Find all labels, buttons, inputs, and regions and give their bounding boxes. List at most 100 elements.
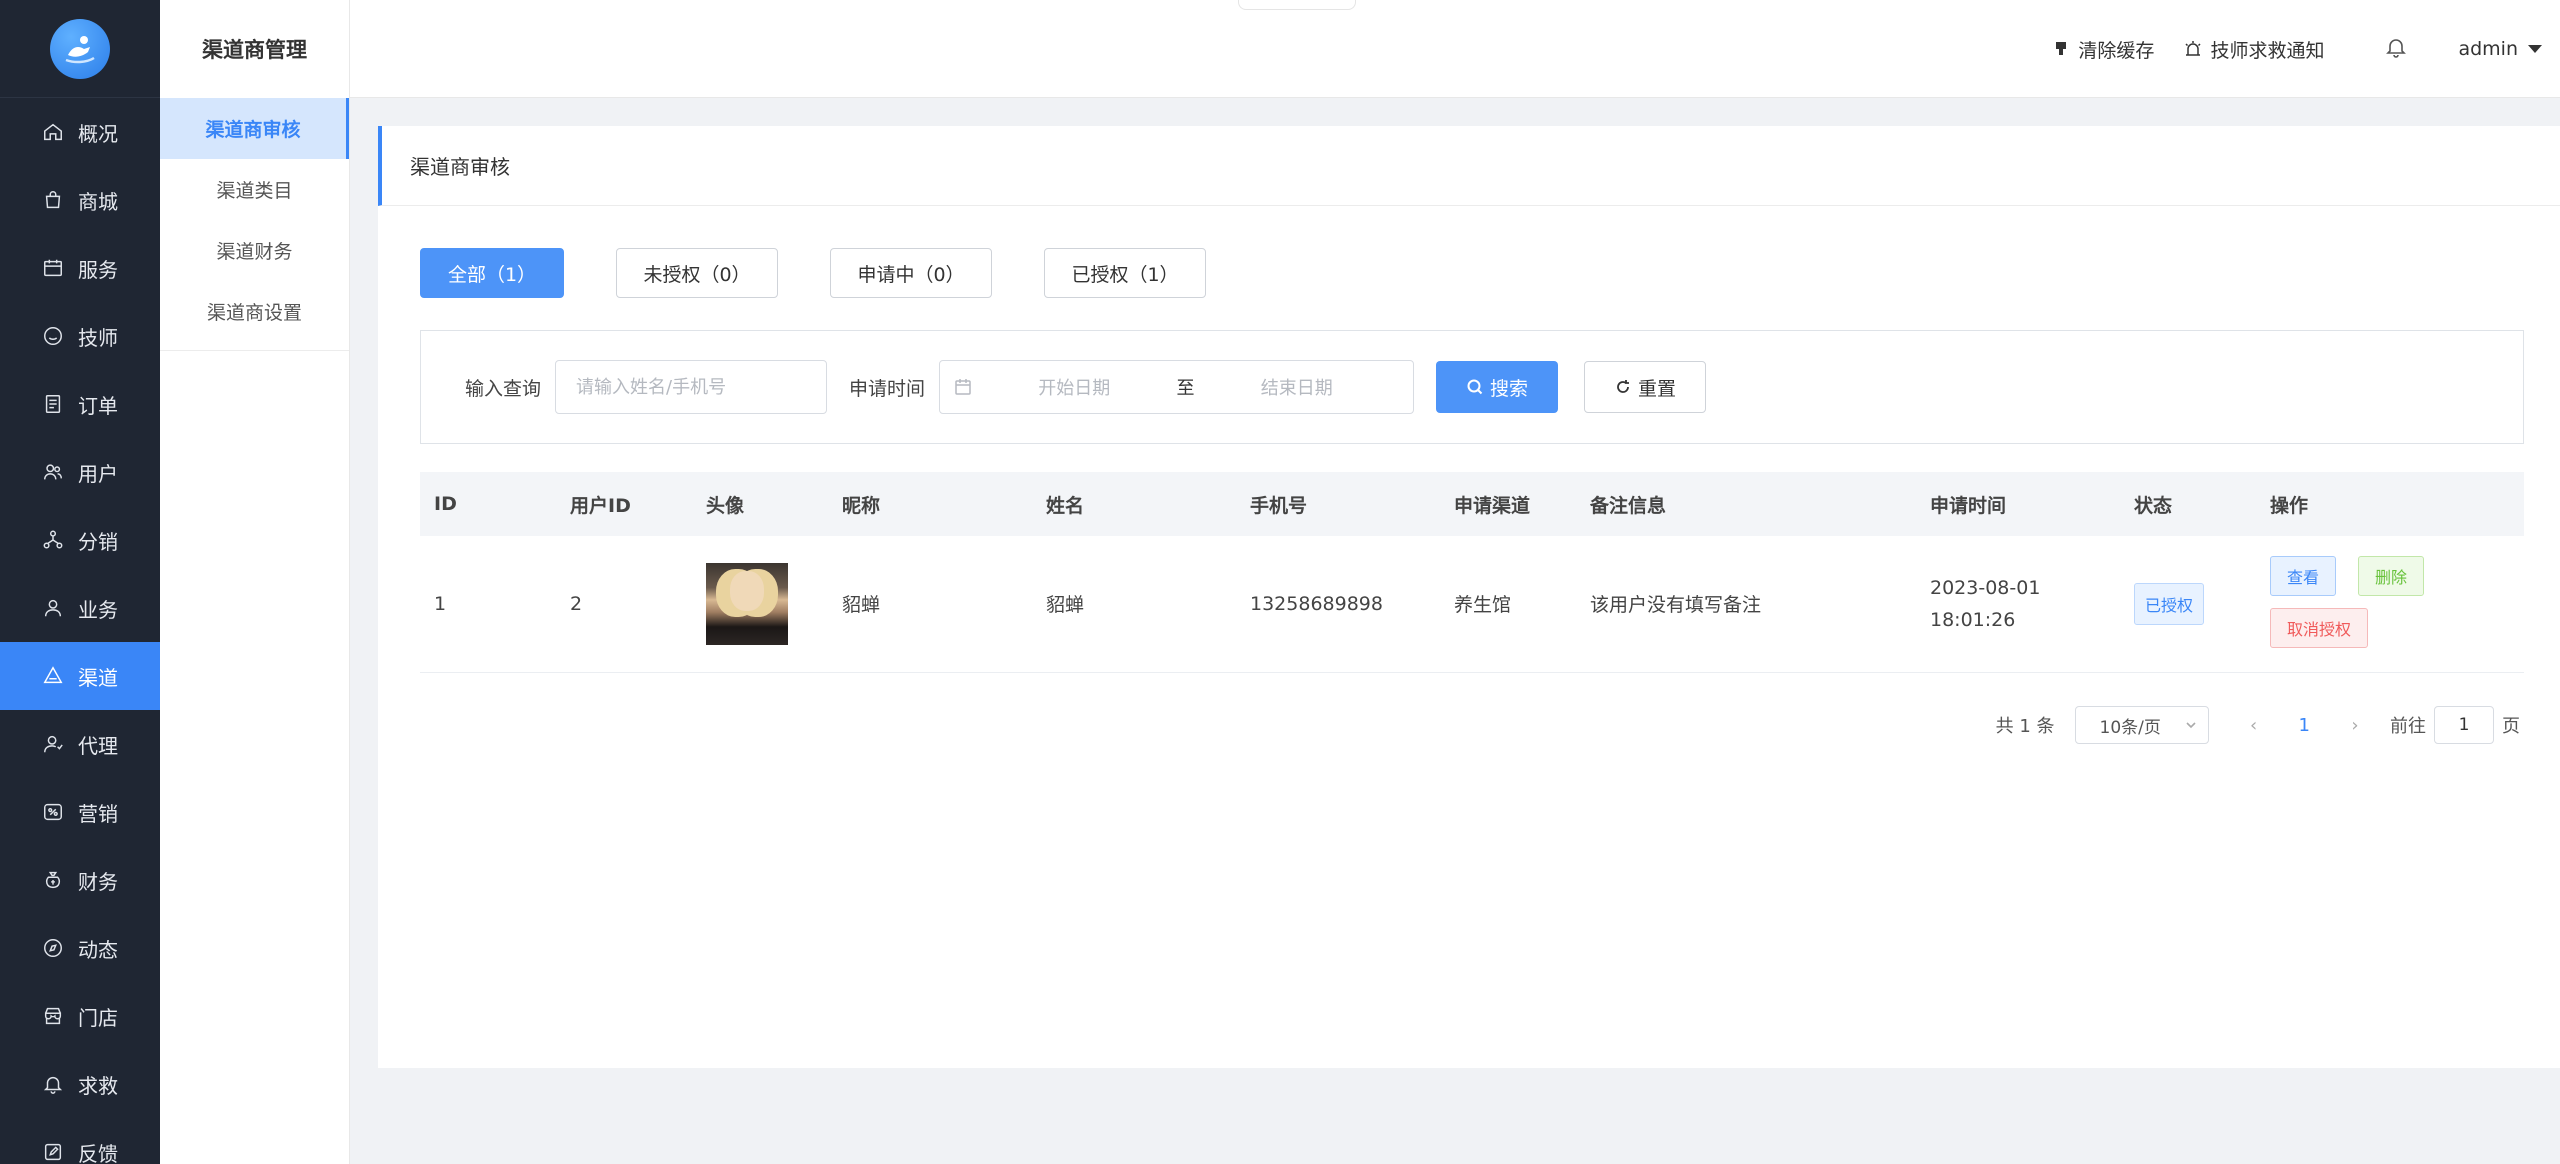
filter-bar: 输入查询 申请时间 开始日期 至 结束日期 搜索 重置 (420, 330, 2524, 444)
status-tabs: 全部（1） 未授权（0） 申请中（0） 已授权（1） (420, 248, 1258, 298)
col-remark: 备注信息 (1590, 494, 1667, 517)
end-date[interactable]: 结束日期 (1195, 374, 1400, 400)
subnav-item-settings[interactable]: 渠道商设置 (160, 281, 349, 342)
nav-label: 动态 (78, 937, 118, 962)
nav-item-business[interactable]: 业务 (0, 574, 160, 642)
search-input[interactable] (555, 360, 828, 414)
main-nav: 概况 商城 服务 技师 订单 用户 分销 业务 渠道 代理 营销 财务 动态 门… (0, 98, 160, 1164)
nav-label: 业务 (78, 597, 118, 622)
delete-button[interactable]: 删除 (2358, 555, 2425, 596)
tab-applying[interactable]: 申请中（0） (830, 248, 992, 298)
cell-id: 1 (434, 592, 447, 615)
nav-item-channel[interactable]: 渠道 (0, 642, 160, 710)
goto-page-input[interactable] (2434, 706, 2494, 744)
cell-actions: 查看 删除 取消授权 (2256, 536, 2524, 672)
nav-item-marketing[interactable]: 营销 (0, 778, 160, 846)
bell-icon (2386, 38, 2407, 58)
nav-item-agent[interactable]: 代理 (0, 710, 160, 778)
table-header-row: ID 用户ID 头像 昵称 姓名 手机号 申请渠道 备注信息 申请时间 状态 操… (420, 472, 2524, 536)
date-range-picker[interactable]: 开始日期 至 结束日期 (939, 360, 1415, 414)
goto-label: 前往 (2390, 716, 2426, 737)
nav-item-mall[interactable]: 商城 (0, 166, 160, 234)
page-number-1[interactable]: 1 (2299, 715, 2310, 736)
row-actions: 查看 删除 取消授权 (2270, 552, 2470, 656)
tech-sos-button[interactable]: 技师求救通知 (2184, 36, 2324, 63)
compass-icon (44, 939, 62, 957)
channel-table: ID 用户ID 头像 昵称 姓名 手机号 申请渠道 备注信息 申请时间 状态 操… (420, 472, 2524, 673)
caret-down-icon (2528, 45, 2542, 53)
total-count: 共 1 条 (1995, 716, 2055, 737)
date-separator: 至 (1176, 378, 1195, 399)
calendar-icon (955, 379, 971, 395)
avatar[interactable] (706, 562, 788, 645)
user-icon (44, 599, 62, 617)
notification-bell[interactable] (2384, 35, 2408, 64)
view-button[interactable]: 查看 (2270, 555, 2337, 596)
reset-button-label: 重置 (1638, 377, 1677, 400)
col-id: ID (434, 493, 457, 515)
nav-label: 概况 (78, 121, 118, 146)
nav-item-order[interactable]: 订单 (0, 370, 160, 438)
nav-label: 财务 (78, 869, 118, 894)
cell-phone: 13258689898 (1250, 592, 1383, 615)
search-icon (1467, 379, 1483, 395)
header-actions: 清除缓存 技师求救通知 admin (2052, 0, 2560, 98)
cell-channel: 养生馆 (1454, 594, 1512, 617)
revoke-button[interactable]: 取消授权 (2270, 607, 2369, 648)
nav-item-overview[interactable]: 概况 (0, 98, 160, 166)
page-title: 渠道商审核 (378, 126, 2560, 206)
time-label: 申请时间 (849, 377, 926, 400)
tab-unauthorized[interactable]: 未授权（0） (616, 248, 778, 298)
nav-label: 技师 (78, 325, 118, 350)
query-label: 输入查询 (465, 377, 542, 400)
page-suffix: 页 (2502, 716, 2520, 737)
channel-subnav: 渠道商管理 渠道商审核 渠道类目 渠道财务 渠道商设置 (160, 0, 350, 1164)
app-logo[interactable] (50, 18, 110, 79)
page-size-select[interactable]: 10条/页 (2074, 706, 2209, 744)
col-user-id: 用户ID (570, 494, 631, 517)
subnav-item-finance[interactable]: 渠道财务 (160, 220, 349, 281)
nav-item-users[interactable]: 用户 (0, 438, 160, 506)
cell-status: 已授权 (2120, 536, 2256, 672)
nav-label: 反馈 (78, 1141, 118, 1164)
home-icon (44, 123, 62, 141)
next-page-button[interactable]: › (2340, 715, 2370, 736)
apply-date: 2023-08-01 (1930, 576, 2041, 599)
feedback-icon (44, 1143, 62, 1161)
main-sidebar: 概况 商城 服务 技师 订单 用户 分销 业务 渠道 代理 营销 财务 动态 门… (0, 0, 160, 1164)
subnav-item-category[interactable]: 渠道类目 (160, 159, 349, 220)
logo-area (0, 0, 160, 98)
nav-label: 代理 (78, 733, 118, 758)
col-apply-time: 申请时间 (1930, 494, 2007, 517)
nav-item-moments[interactable]: 动态 (0, 914, 160, 982)
nav-item-finance[interactable]: 财务 (0, 846, 160, 914)
table-row: 1 2 貂蝉 貂蝉 13258689898 养生馆 该用户没有填写备注 2023… (420, 536, 2524, 672)
cell-remark: 该用户没有填写备注 (1590, 594, 1762, 617)
users-icon (44, 464, 62, 480)
cell-nickname: 貂蝉 (842, 594, 881, 617)
header-notch (1238, 0, 1356, 10)
search-button[interactable]: 搜索 (1436, 361, 1559, 413)
apply-time: 18:01:26 (1930, 608, 2016, 631)
reset-button[interactable]: 重置 (1584, 361, 1707, 413)
nav-item-sos[interactable]: 求救 (0, 1050, 160, 1118)
start-date[interactable]: 开始日期 (972, 374, 1177, 400)
nav-item-feedback[interactable]: 反馈 (0, 1118, 160, 1164)
technician-icon (44, 327, 62, 345)
col-actions: 操作 (2270, 494, 2309, 517)
clear-cache-label: 清除缓存 (2078, 39, 2155, 62)
tab-authorized[interactable]: 已授权（1） (1044, 248, 1206, 298)
nav-item-service[interactable]: 服务 (0, 234, 160, 302)
col-phone: 手机号 (1250, 494, 1308, 517)
clear-cache-button[interactable]: 清除缓存 (2052, 36, 2154, 63)
prev-page-button[interactable]: ‹ (2239, 715, 2269, 736)
nav-item-technician[interactable]: 技师 (0, 302, 160, 370)
nav-item-distribution[interactable]: 分销 (0, 506, 160, 574)
shopping-bag-icon (45, 191, 61, 209)
tech-sos-label: 技师求救通知 (2210, 39, 2325, 62)
user-menu[interactable]: admin (2458, 38, 2542, 60)
marketing-icon (44, 803, 62, 821)
nav-item-store[interactable]: 门店 (0, 982, 160, 1050)
tab-all[interactable]: 全部（1） (420, 248, 564, 298)
subnav-item-review[interactable]: 渠道商审核 (160, 98, 349, 159)
